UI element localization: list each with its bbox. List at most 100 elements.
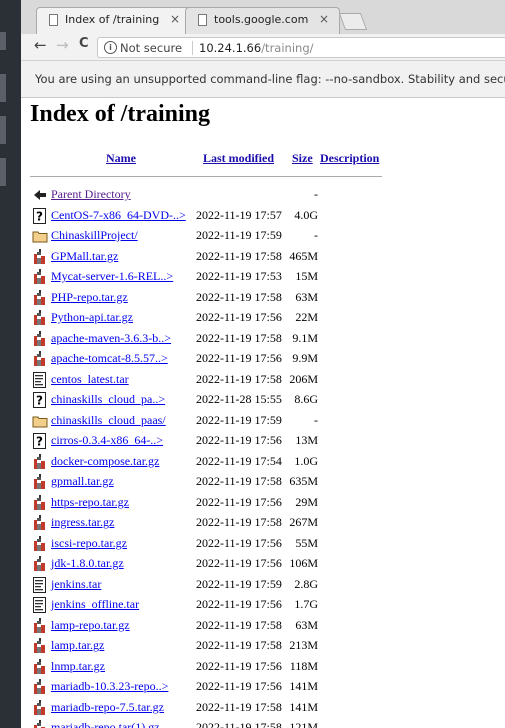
- file-link[interactable]: centos_latest.tar: [51, 372, 129, 387]
- file-link[interactable]: jdk-1.8.0.tar.gz: [51, 556, 124, 571]
- file-modified: 2022-11-19 17:58: [196, 330, 282, 345]
- file-link[interactable]: https-repo.tar.gz: [51, 495, 129, 510]
- file-size: 141M: [289, 699, 318, 714]
- sort-by-modified-link[interactable]: Last modified: [203, 151, 274, 166]
- archive-icon: [32, 617, 48, 634]
- sort-by-name-link[interactable]: Name: [106, 151, 136, 166]
- file-link[interactable]: mariadb-repo.tar(1).gz: [51, 720, 160, 728]
- sort-by-description-link[interactable]: Description: [320, 151, 379, 166]
- archive-icon: [32, 720, 48, 728]
- archive-icon: [32, 679, 48, 695]
- security-label: Not secure: [120, 41, 183, 55]
- infobar-message: You are using an unsupported command-lin…: [35, 72, 505, 86]
- toolbar: ← → C i Not secure 10.24.1.66/training/: [21, 34, 505, 61]
- address-bar[interactable]: i Not secure 10.24.1.66/training/: [97, 37, 505, 58]
- archive-icon: [32, 494, 48, 511]
- file-modified: 2022-11-19 17:58: [196, 699, 282, 714]
- text-icon: [32, 576, 48, 593]
- file-size: -: [314, 228, 318, 242]
- reload-icon[interactable]: C: [79, 36, 89, 51]
- file-link[interactable]: GPMall.tar.gz: [51, 249, 118, 264]
- file-size: 121M: [289, 720, 318, 728]
- page-content: Index of /training Name Last modified Si…: [21, 98, 505, 728]
- file-row: apache-maven-3.6.3-b..> 2022-11-19 17:58 9…: [21, 330, 505, 350]
- file-row: ? chinaskills_cloud_pa..> 2022-11-28 15:55…: [21, 391, 505, 411]
- file-link[interactable]: gpmall.tar.gz: [51, 474, 114, 489]
- file-link[interactable]: iscsi-repo.tar.gz: [51, 536, 127, 551]
- file-modified: 2022-11-19 17:56: [196, 658, 282, 673]
- file-row: mariadb-10.3.23-repo..> 2022-11-19 17:56 1…: [21, 678, 505, 698]
- archive-icon: [32, 658, 48, 675]
- file-link[interactable]: mariadb-repo-7.5.tar.gz: [51, 700, 164, 715]
- file-row: Parent Directory -: [21, 186, 505, 206]
- file-modified: 2022-11-19 17:59: [196, 576, 282, 591]
- archive-icon: [32, 535, 48, 552]
- file-size: 2.8G: [294, 576, 318, 591]
- file-link[interactable]: lamp-repo.tar.gz: [51, 618, 130, 633]
- file-modified: 2022-11-19 17:58: [196, 515, 282, 529]
- file-link[interactable]: ingress.tar.gz: [51, 515, 114, 530]
- file-link[interactable]: lnmp.tar.gz: [51, 659, 105, 674]
- file-link[interactable]: jenkins_offline.tar: [51, 597, 139, 612]
- file-modified: 2022-11-19 17:56: [196, 556, 282, 570]
- file-size: 29M: [295, 494, 318, 509]
- file-size: 22M: [295, 310, 318, 324]
- file-modified: 2022-11-19 17:56: [196, 679, 282, 693]
- file-link[interactable]: PHP-repo.tar.gz: [51, 290, 128, 305]
- info-icon[interactable]: i: [104, 41, 117, 54]
- file-size: 13M: [295, 433, 318, 447]
- address-divider: [192, 41, 193, 55]
- back-icon[interactable]: ←: [34, 36, 47, 54]
- forward-icon[interactable]: →: [56, 36, 69, 54]
- file-size: 635M: [289, 474, 318, 488]
- file-link[interactable]: ChinaskillProject/: [51, 228, 138, 243]
- file-row: chinaskills_cloud_paas/2022-11-19 17:59 -: [21, 412, 505, 432]
- close-icon[interactable]: ×: [170, 12, 180, 26]
- file-link[interactable]: docker-compose.tar.gz: [51, 454, 159, 469]
- svg-text:?: ?: [36, 209, 43, 223]
- archive-icon: [32, 556, 48, 572]
- tab-title: Index of /training: [65, 13, 160, 26]
- file-link[interactable]: cirros-0.3.4-x86_64-..>: [51, 433, 163, 448]
- file-link[interactable]: Python-api.tar.gz: [51, 310, 133, 325]
- new-tab-button[interactable]: [338, 13, 368, 30]
- file-size: 9.9M: [292, 351, 318, 365]
- file-link[interactable]: Parent Directory: [51, 187, 131, 202]
- tab-tools-google[interactable]: tools.google.com ×: [185, 7, 340, 34]
- file-size: -: [314, 187, 318, 201]
- header-divider: [30, 176, 382, 177]
- file-size: 8.6G: [294, 392, 318, 406]
- panel-block: [0, 116, 6, 144]
- file-modified: 2022-11-19 17:57: [196, 207, 282, 222]
- url-path: /training/: [261, 41, 314, 55]
- tab-index-training[interactable]: Index of /training ×: [36, 7, 191, 34]
- tab-strip: Index of /training × tools.google.com ×: [21, 0, 505, 34]
- file-row: centos_latest.tar 2022-11-19 17:58 206M: [21, 371, 505, 391]
- sort-by-size-link[interactable]: Size: [292, 151, 313, 166]
- file-modified: 2022-11-19 17:58: [196, 474, 282, 488]
- file-link[interactable]: mariadb-10.3.23-repo..>: [51, 679, 168, 694]
- file-row: ? cirros-0.3.4-x86_64-..> 2022-11-19 17:56…: [21, 432, 505, 452]
- file-link[interactable]: Mycat-server-1.6-REL..>: [51, 269, 173, 284]
- file-modified: 2022-11-19 17:58: [196, 638, 282, 652]
- file-link[interactable]: chinaskills_cloud_pa..>: [51, 392, 165, 407]
- archive-icon: [32, 330, 48, 347]
- file-row: gpmall.tar.gz 2022-11-19 17:58 635M: [21, 473, 505, 493]
- file-row: ingress.tar.gz 2022-11-19 17:58 267M: [21, 514, 505, 534]
- file-link[interactable]: apache-tomcat-8.5.57..>: [51, 351, 168, 366]
- file-link[interactable]: chinaskills_cloud_paas/: [51, 413, 166, 428]
- text-icon: [32, 597, 48, 613]
- file-row: Python-api.tar.gz 2022-11-19 17:56 22M: [21, 309, 505, 329]
- file-size: 118M: [289, 658, 318, 673]
- file-link[interactable]: apache-maven-3.6.3-b..>: [51, 331, 171, 346]
- archive-icon: [32, 310, 48, 326]
- file-row: lamp.tar.gz 2022-11-19 17:58 213M: [21, 637, 505, 657]
- file-size: 106M: [289, 556, 318, 570]
- file-link[interactable]: CentOS-7-x86_64-DVD-..>: [51, 208, 186, 223]
- file-row: jdk-1.8.0.tar.gz 2022-11-19 17:56 106M: [21, 555, 505, 575]
- close-icon[interactable]: ×: [319, 12, 329, 26]
- file-link[interactable]: jenkins.tar: [51, 577, 101, 592]
- file-row: jenkins.tar 2022-11-19 17:59 2.8G: [21, 576, 505, 596]
- archive-icon: [32, 269, 48, 285]
- file-link[interactable]: lamp.tar.gz: [51, 638, 104, 653]
